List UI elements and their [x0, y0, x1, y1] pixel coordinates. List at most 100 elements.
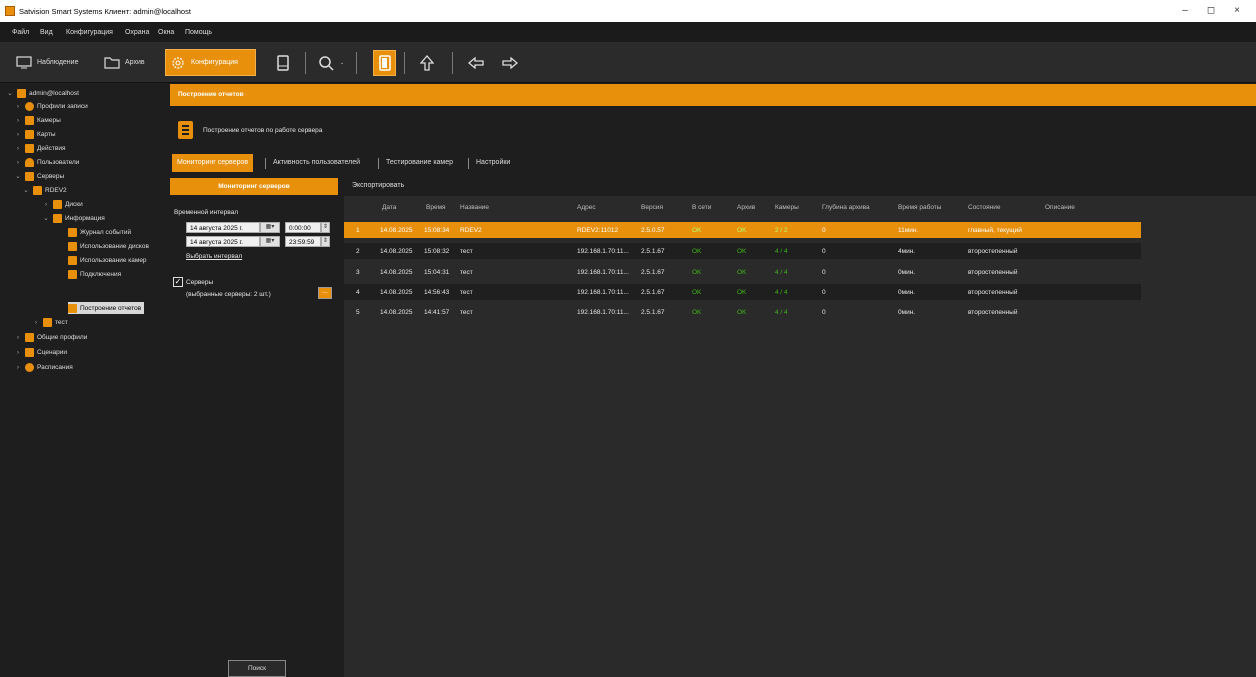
table-row[interactable]: 2 14.08.2025 15:08:32 тест 192.168.1.70:11..…	[344, 243, 1141, 259]
cell-name: тест	[460, 289, 473, 296]
arrow-left-icon[interactable]	[466, 51, 486, 75]
server-icon	[43, 317, 52, 327]
cell-online: OK	[692, 269, 702, 276]
arrow-up-icon[interactable]	[417, 51, 437, 75]
cell-ver: 2.5.1.67	[641, 269, 665, 276]
menu-bar: Файл Вид Конфигурация Охрана Окна Помощь	[0, 22, 1256, 43]
tab-settings[interactable]: Настройки	[471, 154, 515, 172]
panel-toggle-icon[interactable]	[373, 50, 396, 76]
tree-disk-usage[interactable]: Использование дисков	[68, 240, 149, 252]
col-time[interactable]: Время	[426, 204, 446, 211]
tree-common-profiles[interactable]: › Общие профили	[14, 331, 87, 343]
configuration-button[interactable]: Конфигурация	[165, 49, 256, 76]
menu-configuration[interactable]: Конфигурация	[66, 29, 113, 36]
export-button[interactable]: Экспортировать	[352, 182, 404, 189]
cell-ver: 2.5.1.67	[641, 309, 665, 316]
col-version[interactable]: Версия	[641, 204, 663, 211]
tree-event-log[interactable]: Журнал событий	[68, 226, 131, 238]
menu-help[interactable]: Помощь	[185, 29, 212, 36]
observation-label: Наблюдение	[37, 59, 79, 66]
tree-test[interactable]: › тест	[32, 316, 68, 328]
tree-actions[interactable]: › Действия	[14, 142, 65, 154]
date-to-field[interactable]: 14 августа 2025 г.	[186, 236, 260, 247]
cell-cams: 4 / 4	[775, 269, 788, 276]
search-icon[interactable]	[316, 51, 336, 75]
col-uptime[interactable]: Время работы	[898, 204, 941, 211]
menu-view[interactable]: Вид	[40, 29, 53, 36]
cell-addr: 192.168.1.70:11...	[577, 269, 629, 276]
col-date[interactable]: Дата	[382, 204, 396, 211]
tree-connections[interactable]: Подключения	[68, 268, 121, 280]
calendar-dropdown-icon[interactable]: ▦▾	[260, 222, 280, 233]
servers-checkbox[interactable]: ✓	[173, 277, 183, 287]
date-from-field[interactable]: 14 августа 2025 г.	[186, 222, 260, 233]
tab-user-activity[interactable]: Активность пользователей	[268, 154, 365, 172]
time-from-field[interactable]: 0:00:00	[285, 222, 321, 233]
tab-camera-testing[interactable]: Тестирование камер	[381, 154, 458, 172]
tree-info[interactable]: ⌄ Информация	[42, 212, 105, 224]
server-monitoring-button[interactable]: Мониторинг серверов	[170, 178, 338, 195]
arrow-right-icon[interactable]	[500, 51, 520, 75]
window-title: Satvision Smart Systems Клиент: admin@lo…	[19, 7, 191, 16]
cell-name: тест	[460, 248, 473, 255]
tree-root[interactable]: ⌄ admin@localhost	[6, 87, 79, 99]
tree-cameras[interactable]: › Камеры	[14, 114, 61, 126]
cell-depth: 0	[822, 269, 826, 276]
tab-server-monitoring[interactable]: Мониторинг серверов	[172, 154, 254, 172]
cell-ver: 2.5.1.67	[641, 248, 665, 255]
archive-button[interactable]: Архив	[100, 49, 149, 76]
tree-users[interactable]: › Пользователи	[14, 156, 79, 168]
page-subheader: Построение отчетов по работе сервера	[178, 115, 322, 145]
tree-schedules[interactable]: › Расписания	[14, 361, 73, 373]
col-archive-depth[interactable]: Глубина архива	[822, 204, 870, 211]
time-from-stepper[interactable]: ⇕	[321, 222, 330, 233]
time-to-field[interactable]: 23:59:59	[285, 236, 321, 247]
col-cameras[interactable]: Камеры	[775, 204, 799, 211]
cell-name: тест	[460, 309, 473, 316]
col-name[interactable]: Название	[460, 204, 489, 211]
configuration-label: Конфигурация	[191, 59, 238, 66]
table-row[interactable]: 4 14.08.2025 14:56:43 тест 192.168.1.70:11..…	[344, 284, 1141, 300]
col-address[interactable]: Адрес	[577, 204, 596, 211]
cell-n: 2	[356, 248, 360, 255]
select-servers-button[interactable]: ...	[318, 287, 332, 299]
tree-camera-usage[interactable]: Использование камер	[68, 254, 147, 266]
search-dropdown-icon[interactable]: ·	[338, 51, 346, 75]
tree-maps[interactable]: › Карты	[14, 128, 56, 140]
observation-button[interactable]: Наблюдение	[12, 49, 82, 76]
col-archive[interactable]: Архив	[737, 204, 755, 211]
minimize-button[interactable]: –	[1173, 3, 1197, 19]
table-row[interactable]: 1 14.08.2025 15:08:34 RDEV2 RDEV2:11012 2.5.0…	[344, 222, 1141, 238]
close-button[interactable]: ×	[1225, 3, 1249, 19]
camera-usage-icon	[68, 255, 77, 265]
calendar-dropdown-icon[interactable]: ▦▾	[260, 236, 280, 247]
page-subtitle: Построение отчетов по работе сервера	[203, 126, 323, 134]
tree-record-profiles[interactable]: › Профили записи	[14, 100, 88, 112]
menu-security[interactable]: Охрана	[125, 29, 149, 36]
cell-name: тест	[460, 269, 473, 276]
page-title: Построение отчетов	[178, 91, 244, 98]
app-icon	[5, 6, 15, 16]
cell-depth: 0	[822, 309, 826, 316]
menu-file[interactable]: Файл	[12, 29, 29, 36]
layout-icon[interactable]	[273, 51, 293, 75]
record-icon	[25, 101, 34, 111]
tree-report-building[interactable]: Построение отчетов	[68, 302, 145, 314]
menu-windows[interactable]: Окна	[158, 29, 174, 36]
folder-icon	[104, 57, 120, 69]
choose-interval-link[interactable]: Выбрать интервал	[186, 253, 242, 260]
col-state[interactable]: Состояние	[968, 204, 1000, 211]
search-button[interactable]: Поиск	[228, 660, 286, 677]
monitor-icon	[16, 56, 32, 69]
tree-servers[interactable]: ⌄ Серверы	[14, 170, 64, 182]
table-row[interactable]: 5 14.08.2025 14:41:57 тест 192.168.1.70:11..…	[344, 304, 1141, 320]
tree-rdev2[interactable]: ⌄ RDEV2	[22, 184, 67, 196]
maximize-button[interactable]: ◻	[1199, 3, 1223, 19]
disk-usage-icon	[68, 241, 77, 251]
tree-disks[interactable]: › Диски	[42, 198, 83, 210]
time-to-stepper[interactable]: ⇕	[321, 236, 330, 247]
table-row[interactable]: 3 14.08.2025 15:04:31 тест 192.168.1.70:11..…	[344, 264, 1141, 280]
tree-scenarios[interactable]: › Сценарии	[14, 346, 67, 358]
col-description[interactable]: Описание	[1045, 204, 1075, 211]
col-online[interactable]: В сети	[692, 204, 711, 211]
